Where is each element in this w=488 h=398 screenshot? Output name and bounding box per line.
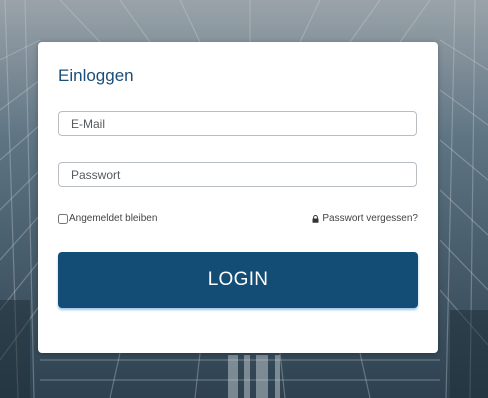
forgot-password-label: Passwort vergessen? [322, 213, 418, 224]
login-button[interactable]: LOGIN [58, 252, 418, 308]
login-card: Einloggen Angemeldet bleiben Passwort ve… [38, 42, 438, 353]
remember-me[interactable]: Angemeldet bleiben [58, 213, 157, 224]
remember-label: Angemeldet bleiben [69, 213, 158, 224]
forgot-password-link[interactable]: Passwort vergessen? [312, 213, 418, 224]
password-input[interactable] [58, 162, 417, 187]
lock-icon [312, 214, 319, 223]
remember-checkbox[interactable] [58, 213, 68, 224]
login-title: Einloggen [58, 66, 134, 85]
email-input[interactable] [58, 111, 417, 136]
